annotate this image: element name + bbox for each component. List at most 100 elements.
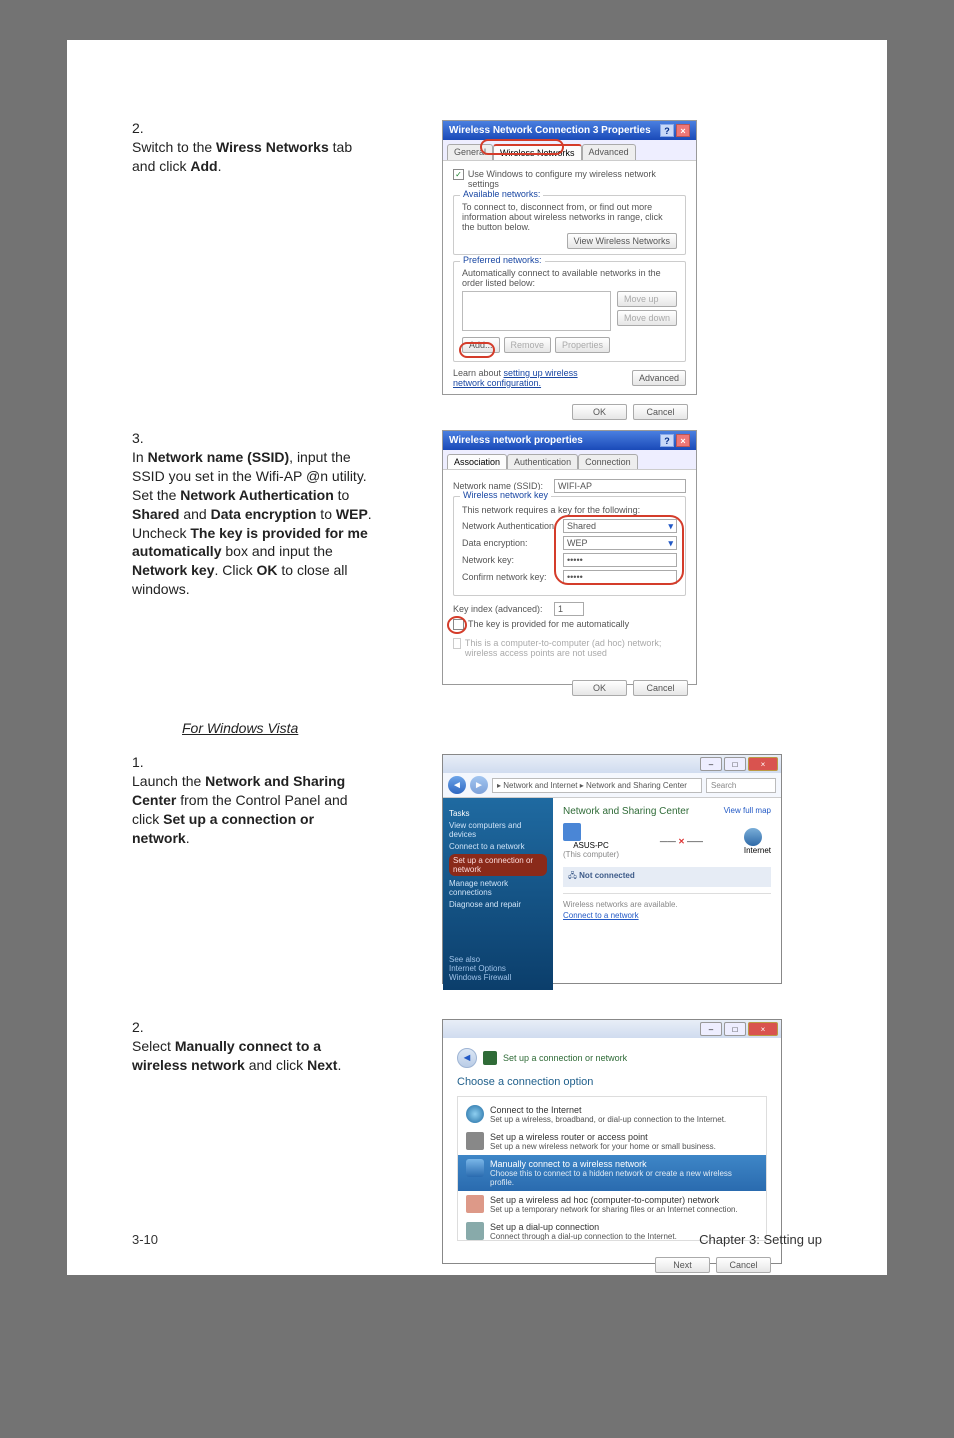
ok-button[interactable]: OK [572,404,627,420]
back-icon[interactable]: ◄ [448,776,466,794]
tab-advanced[interactable]: Advanced [582,144,636,160]
sidebar-item-inet[interactable]: Internet Options [449,964,511,973]
sidebar-heading: See also [449,955,511,964]
document-page: 2. Switch to the Wiress Networks tab and… [67,40,887,1275]
wizard-icon [483,1051,497,1065]
maximize-icon[interactable]: □ [724,1022,746,1036]
row-step-vista-2: 2. Select Manually connect to a wireless… [132,1019,822,1264]
help-icon[interactable]: ? [660,124,674,137]
label: Confirm network key: [462,572,557,582]
legend: Wireless network key [460,490,551,500]
legend: Available networks: [460,189,543,199]
minimize-icon[interactable]: – [700,1022,722,1036]
option-title: Connect to the Internet [490,1105,726,1115]
page-footer: 3-10 Chapter 3: Setting up [132,1232,822,1247]
screenshot-4: – □ × ◄ Set up a connection or network C… [442,1019,782,1264]
option-desc: Choose this to connect to a hidden netwo… [490,1169,758,1187]
t: Data encryption [211,506,317,522]
close-icon[interactable]: × [748,757,778,771]
sidebar-item-setup[interactable]: Set up a connection or network [449,854,547,876]
view-wireless-button[interactable]: View Wireless Networks [567,233,677,249]
t: to [334,487,350,503]
checkbox-label: Use Windows to configure my wireless net… [468,169,686,189]
sidebar-item-view[interactable]: View computers and devices [449,821,547,839]
fs-note: This network requires a key for the foll… [462,505,677,515]
confirm-key-input[interactable]: ••••• [563,570,677,584]
t: Select [132,1038,175,1054]
search-input[interactable]: Search [706,778,776,793]
cancel-button[interactable]: Cancel [633,404,688,420]
t: and [179,506,210,522]
key-input[interactable]: ••••• [563,553,677,567]
fs-text: To connect to, disconnect from, or find … [462,202,677,232]
auth-select[interactable]: Shared▾ [563,519,677,533]
ok-button[interactable]: OK [572,680,627,696]
preferred-networks-list[interactable] [462,291,611,331]
t: Add [190,158,217,174]
t: Learn about [453,368,504,378]
move-down-button[interactable]: Move down [617,310,677,326]
label: Network Authentication: [462,521,557,531]
move-up-button[interactable]: Move up [617,291,677,307]
sidebar-item-manage[interactable]: Manage network connections [449,879,547,897]
maximize-icon[interactable]: □ [724,757,746,771]
router-icon [466,1132,484,1150]
t: box and input the [221,543,332,559]
option-internet[interactable]: Connect to the InternetSet up a wireless… [458,1101,766,1128]
tab-general[interactable]: General [447,144,493,160]
tab-connection[interactable]: Connection [578,454,638,469]
properties-button[interactable]: Properties [555,337,610,353]
wizard-header: ◄ Set up a connection or network [457,1048,767,1068]
key-index-input[interactable]: 1 [554,602,584,616]
close-icon[interactable]: × [748,1022,778,1036]
screenshot-2: Wireless network properties ? × Associat… [442,430,782,685]
disconnected-icon: ✕ [678,837,685,846]
tab-authentication[interactable]: Authentication [507,454,578,469]
window-title: Wireless network properties [449,435,583,446]
checkbox-use-windows[interactable]: ✓ Use Windows to configure my wireless n… [453,169,686,189]
option-manual-wireless[interactable]: Manually connect to a wireless networkCh… [458,1155,766,1191]
t: . [337,1057,341,1073]
view-full-map-link[interactable]: View full map [724,806,771,815]
help-icon[interactable]: ? [660,434,674,447]
content: Network and Sharing Center View full map… [553,798,781,990]
next-button[interactable]: Next [655,1257,710,1273]
option-desc: Set up a new wireless network for your h… [490,1142,716,1151]
globe-icon [466,1105,484,1123]
sidebar-item-connect[interactable]: Connect to a network [449,842,547,851]
close-icon[interactable]: × [676,434,690,447]
tab-wireless-networks[interactable]: Wireless Networks [493,144,582,160]
minimize-icon[interactable]: – [700,757,722,771]
checkbox-label: This is a computer-to-computer (ad hoc) … [465,638,686,658]
t: Shared [132,506,179,522]
option-router[interactable]: Set up a wireless router or access point… [458,1128,766,1155]
step-text: Switch to the Wiress Networks tab and cl… [132,138,372,176]
add-button[interactable]: Add... [462,337,500,353]
sidebar-item-firewall[interactable]: Windows Firewall [449,973,511,982]
window-titlebar: – □ × [443,755,781,773]
t: Launch the [132,773,205,789]
checkbox-auto-key[interactable]: The key is provided for me automatically [453,619,686,630]
dialog-buttons: OK Cancel [443,672,696,704]
advanced-button[interactable]: Advanced [632,370,686,386]
tab-association[interactable]: Association [447,454,507,469]
row-step-xp-2: 2. Switch to the Wiress Networks tab and… [132,120,822,395]
breadcrumb[interactable]: ▸ Network and Internet ▸ Network and Sha… [492,778,702,793]
step-number: 1. [132,754,182,770]
remove-button[interactable]: Remove [504,337,552,353]
sidebar-item-diagnose[interactable]: Diagnose and repair [449,900,547,909]
cancel-button[interactable]: Cancel [716,1257,771,1273]
back-icon[interactable]: ◄ [457,1048,477,1068]
checkbox-label: The key is provided for me automatically [468,619,629,629]
connect-link[interactable]: Connect to a network [563,911,771,920]
option-adhoc[interactable]: Set up a wireless ad hoc (computer-to-co… [458,1191,766,1218]
t: Next [307,1057,337,1073]
close-icon[interactable]: × [676,124,690,137]
cancel-button[interactable]: Cancel [633,680,688,696]
forward-icon[interactable]: ► [470,776,488,794]
enc-select[interactable]: WEP▾ [563,536,677,550]
diagram-sublabel: (This computer) [563,850,619,859]
status-text: Not connected [579,871,635,880]
ssid-input[interactable]: WIFI-AP [554,479,686,493]
t: . [218,158,222,174]
